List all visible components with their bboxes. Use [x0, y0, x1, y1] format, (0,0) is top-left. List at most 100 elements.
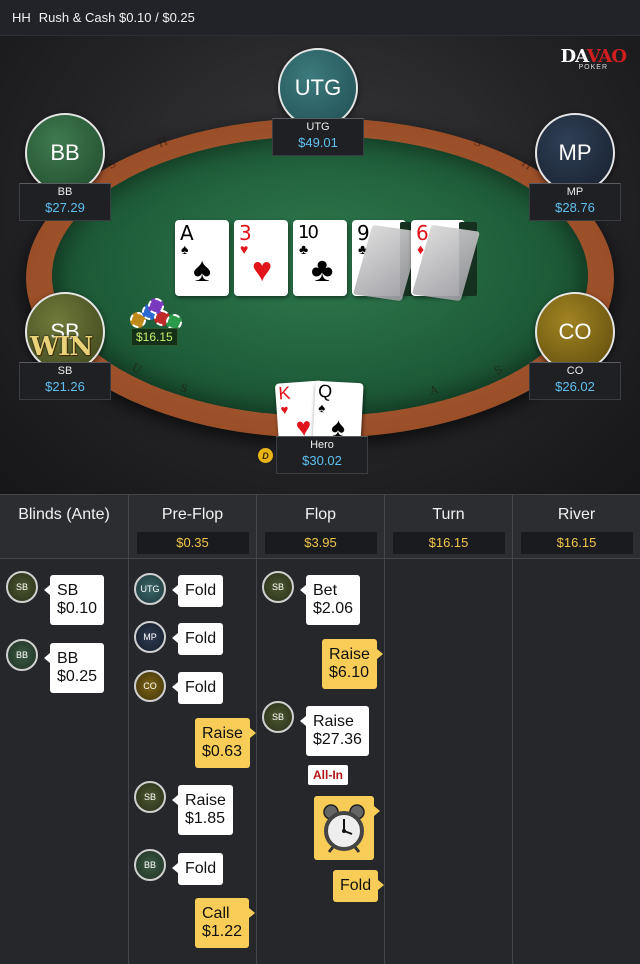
player-badge: MP — [134, 621, 166, 653]
street-title: Turn — [432, 506, 465, 523]
action-label: Fold — [340, 877, 372, 894]
game-title: Rush & Cash $0.10 / $0.25 — [38, 10, 195, 25]
all-in-tag: All-In — [308, 765, 348, 785]
street-column-flop: Flop $3.95 SB Bet $2.06 Raise $6.10 SB R… — [257, 495, 385, 964]
action-label: Fold — [185, 860, 217, 877]
timebank-alarm-clock-icon — [314, 796, 380, 860]
top-bar: HH Rush & Cash $0.10 / $0.25 — [0, 0, 640, 36]
seat-mp[interactable]: MP MP $28.76 — [529, 113, 621, 221]
board-card: 3 ♥ ♥ — [234, 220, 288, 296]
street-title: Flop — [304, 506, 337, 523]
action-amount: $27.36 — [313, 731, 362, 748]
action-label: BB — [57, 650, 79, 667]
street-title: River — [557, 506, 596, 523]
player-badge: SB — [6, 571, 38, 603]
action-bubble: Fold — [171, 575, 224, 607]
player-plate: UTG $49.01 — [272, 118, 364, 156]
heart-icon: ♥ — [280, 401, 289, 418]
player-badge: UTG — [134, 573, 166, 605]
avatar: MP — [535, 113, 615, 193]
dealer-button-icon: D — [258, 448, 273, 463]
action-bubble: Raise $27.36 — [300, 706, 369, 756]
action-amount: $2.06 — [313, 600, 354, 617]
seat-co[interactable]: CO CO $26.02 — [529, 292, 621, 400]
spade-icon: ♠ — [181, 241, 189, 257]
street-pot: $16.15 — [520, 532, 633, 554]
avatar: CO — [535, 292, 615, 372]
action-amount: $0.25 — [57, 668, 98, 685]
board-card: 10 ♣ ♣ — [293, 220, 347, 296]
player-name: CO — [566, 365, 584, 377]
player-stack: $26.02 — [555, 379, 595, 394]
seat-utg[interactable]: UTG UTG $49.01 — [272, 48, 364, 156]
action-bubble: Raise $1.85 — [172, 785, 233, 835]
board-card: 9 ♣ — [352, 220, 422, 302]
street-title: Pre-Flop — [161, 506, 224, 523]
hero-action-bubble: Fold — [333, 870, 385, 902]
player-stack: $21.26 — [45, 379, 85, 394]
hand-history-label: HH — [12, 10, 31, 25]
street-header: River $16.15 — [513, 495, 640, 559]
action-bubble: Fold — [171, 853, 224, 885]
hero-action-bubble: Call $1.22 — [195, 898, 256, 948]
win-label: WIN — [30, 332, 93, 362]
player-name: MP — [566, 186, 584, 198]
action-bubble: Fold — [171, 623, 224, 655]
player-plate: MP $28.76 — [529, 183, 621, 221]
street-header: Blinds (Ante) — [0, 495, 128, 559]
pot-amount: $16.15 — [131, 328, 178, 346]
action-label: Fold — [185, 679, 217, 696]
action-label: Fold — [185, 630, 217, 647]
action-label: Bet — [313, 582, 338, 599]
player-stack: $28.76 — [555, 200, 595, 215]
seat-bb[interactable]: BB BB $27.29 — [19, 113, 111, 221]
player-badge: CO — [134, 670, 166, 702]
player-badge: SB — [134, 781, 166, 813]
spade-icon: ♠ — [193, 251, 212, 289]
street-pot: $16.15 — [392, 532, 505, 554]
player-name: SB — [57, 365, 73, 377]
street-pot: $0.35 — [136, 532, 249, 554]
player-name: BB — [57, 186, 73, 198]
action-bubble: Bet $2.06 — [299, 575, 361, 625]
player-stack: $49.01 — [298, 135, 338, 150]
davao-poker-logo: DAVAO POKER — [561, 46, 627, 71]
street-header: Turn $16.15 — [385, 495, 512, 559]
hero-action-bubble: Raise $6.10 — [322, 639, 383, 689]
action-label: Raise — [329, 646, 370, 663]
hero-action-bubble: Raise $0.63 — [195, 718, 256, 768]
player-name: Hero — [310, 439, 334, 451]
player-plate: CO $26.02 — [529, 362, 621, 400]
street-column-turn: Turn $16.15 — [385, 495, 513, 964]
action-label: Raise — [202, 725, 243, 742]
action-label: Raise — [313, 713, 354, 730]
action-amount: $0.63 — [202, 743, 243, 760]
player-badge: BB — [6, 639, 38, 671]
action-label: SB — [57, 582, 79, 599]
avatar: BB — [25, 113, 105, 193]
street-column-river: River $16.15 — [513, 495, 640, 964]
heart-icon: ♥ — [252, 251, 273, 289]
player-badge: SB — [262, 571, 294, 603]
street-header: Flop $3.95 — [257, 495, 384, 559]
seat-hero[interactable]: Hero $30.02 — [276, 436, 368, 474]
player-plate: SB $21.26 — [19, 362, 111, 400]
player-badge: SB — [262, 701, 294, 733]
avatar: UTG — [278, 48, 358, 128]
player-plate: BB $27.29 — [19, 183, 111, 221]
action-label: Fold — [185, 582, 217, 599]
street-column-blinds: Blinds (Ante) SB SB $0.10 BB BB $0.25 — [0, 495, 129, 964]
poker-table: S H S H U S A S DAVAO POKER UTG UTG $49.… — [0, 36, 640, 494]
club-icon: ♣ — [311, 251, 334, 289]
card-rank: K — [277, 382, 292, 404]
street-pot: $3.95 — [264, 532, 377, 554]
street-header: Pre-Flop $0.35 — [129, 495, 256, 559]
card-rank: Q — [317, 380, 333, 402]
action-amount: $1.85 — [185, 810, 226, 827]
action-amount: $0.10 — [57, 600, 98, 617]
hand-history-grid: Blinds (Ante) SB SB $0.10 BB BB $0.25 Pr… — [0, 494, 640, 964]
action-amount: $6.10 — [329, 664, 370, 681]
player-badge: BB — [134, 849, 166, 881]
street-title: Blinds (Ante) — [18, 506, 110, 523]
chip-stack-icon — [128, 298, 188, 332]
